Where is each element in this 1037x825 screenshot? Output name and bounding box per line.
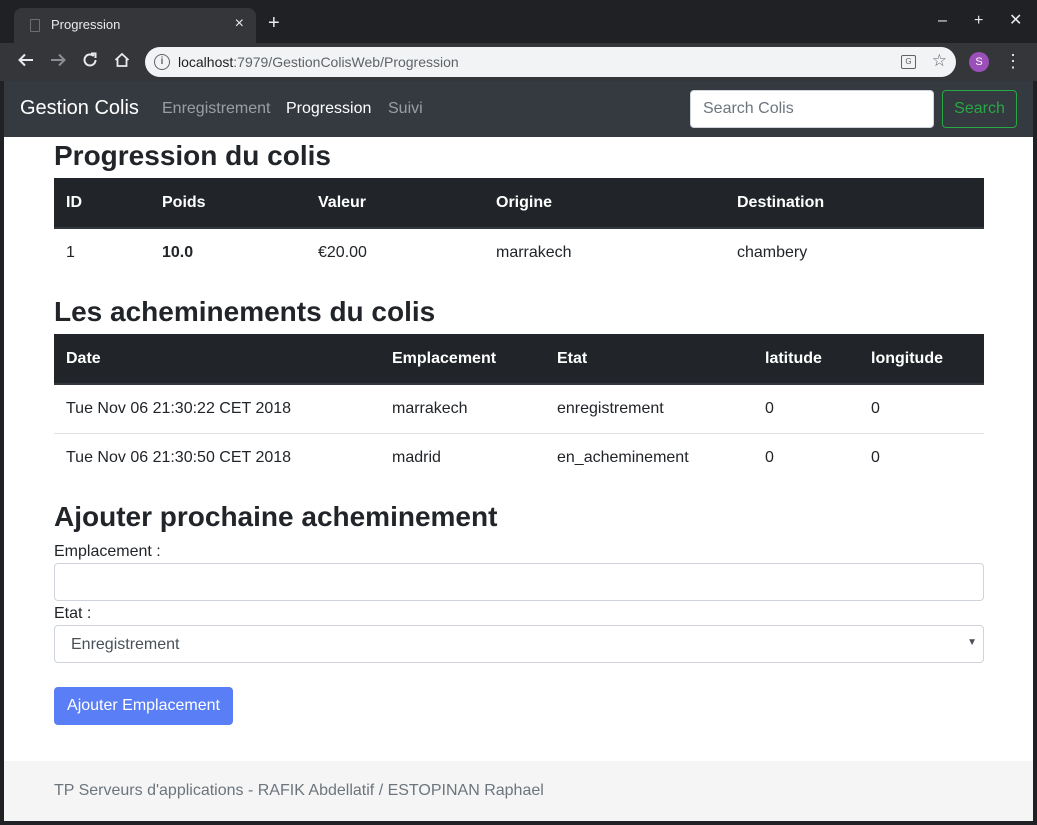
back-icon[interactable] — [15, 51, 37, 73]
navbar-brand[interactable]: Gestion Colis — [20, 97, 139, 120]
parcel-origin: marrakech — [496, 244, 572, 261]
routing-location: madrid — [380, 432, 545, 482]
routing-date: Tue Nov 06 21:30:50 CET 2018 — [54, 432, 380, 482]
browser-tab[interactable]: Progression × — [14, 8, 256, 43]
new-tab-icon[interactable]: + — [268, 13, 280, 33]
nav-link-suivi[interactable]: Suivi — [388, 100, 423, 118]
browser-tab-strip: Progression × + – + ✕ — [0, 0, 1037, 43]
emplacement-input[interactable] — [54, 563, 984, 601]
parcel-destination: chambery — [737, 244, 808, 261]
profile-avatar[interactable]: S — [969, 52, 989, 72]
search-button[interactable]: Search — [942, 90, 1017, 128]
search-input[interactable] — [690, 90, 934, 128]
routing-date: Tue Nov 06 21:30:22 CET 2018 — [66, 399, 292, 417]
column-header: Etat — [545, 334, 753, 385]
routing-latitude: 0 — [765, 399, 774, 417]
table-row: Tue Nov 06 21:30:50 CET 2018 madrid en_a… — [54, 432, 984, 482]
tab-close-icon[interactable]: × — [235, 15, 244, 33]
table-header-row: ID Poids Valeur Origine Destination — [54, 178, 984, 229]
column-header: ID — [54, 178, 150, 229]
table-header-row: Date Emplacement Etat latitude longitude — [54, 334, 984, 385]
parcel-weight: 10.0 — [162, 244, 194, 261]
parcel-table: ID Poids Valeur Origine Destination 1 10… — [54, 178, 984, 277]
tab-title: Progression — [51, 17, 121, 32]
parcel-value: €20.00 — [318, 244, 367, 261]
column-header: Destination — [725, 178, 984, 229]
routing-longitude: 0 — [859, 432, 984, 482]
routing-table: Date Emplacement Etat latitude longitude… — [54, 334, 984, 482]
menu-icon[interactable]: ⋮ — [1004, 50, 1022, 72]
info-icon[interactable]: i — [154, 54, 170, 70]
forward-icon[interactable] — [47, 51, 69, 73]
browser-toolbar: i localhost:7979/GestionColisWeb/Progres… — [0, 43, 1037, 81]
table-row: Tue Nov 06 21:30:22 CET 2018 marrakech e… — [54, 384, 984, 433]
add-location-button[interactable]: Ajouter Emplacement — [54, 687, 233, 725]
column-header: Origine — [484, 178, 725, 229]
star-icon[interactable]: ☆ — [932, 51, 947, 71]
reload-icon[interactable] — [79, 51, 101, 73]
page-viewport: Gestion Colis Enregistrement Progression… — [4, 81, 1033, 821]
url-text: localhost:7979/GestionColisWeb/Progressi… — [178, 54, 459, 70]
emplacement-label: Emplacement : — [54, 543, 161, 560]
column-header: Emplacement — [380, 334, 545, 385]
routing-location: marrakech — [392, 399, 468, 417]
column-header: Valeur — [306, 178, 484, 229]
navbar: Gestion Colis Enregistrement Progression… — [4, 81, 1033, 137]
routing-longitude: 0 — [871, 399, 880, 417]
address-bar[interactable]: i localhost:7979/GestionColisWeb/Progres… — [145, 47, 956, 77]
nav-link-progression[interactable]: Progression — [286, 100, 371, 118]
routing-heading: Les acheminements du colis — [54, 296, 436, 327]
caret-down-icon: ▼ — [967, 637, 977, 648]
nav-link-enregistrement[interactable]: Enregistrement — [162, 100, 271, 118]
column-header: longitude — [859, 334, 984, 385]
column-header: latitude — [753, 334, 859, 385]
maximize-icon[interactable]: + — [974, 11, 983, 31]
routing-latitude: 0 — [753, 432, 859, 482]
form-heading: Ajouter prochaine acheminement — [54, 501, 498, 532]
footer: TP Serveurs d'applications - RAFIK Abdel… — [4, 761, 1033, 821]
minimize-icon[interactable]: – — [938, 11, 947, 31]
routing-state: enregistrement — [557, 399, 664, 417]
etat-select[interactable]: Enregistrement ▼ — [54, 625, 984, 663]
etat-selected-value: Enregistrement — [71, 636, 180, 653]
page-favicon-icon — [30, 19, 40, 32]
footer-text: TP Serveurs d'applications - RAFIK Abdel… — [54, 782, 544, 799]
parcel-heading: Progression du colis — [54, 140, 331, 171]
translate-icon[interactable]: G — [901, 55, 916, 69]
table-row: 1 10.0 €20.00 marrakech chambery — [54, 228, 984, 277]
routing-state: en_acheminement — [545, 432, 753, 482]
column-header: Poids — [150, 178, 306, 229]
window-close-icon[interactable]: ✕ — [1009, 11, 1022, 31]
parcel-id: 1 — [66, 244, 75, 261]
home-icon[interactable] — [111, 51, 133, 73]
etat-label: Etat : — [54, 605, 92, 622]
column-header: Date — [54, 334, 380, 385]
